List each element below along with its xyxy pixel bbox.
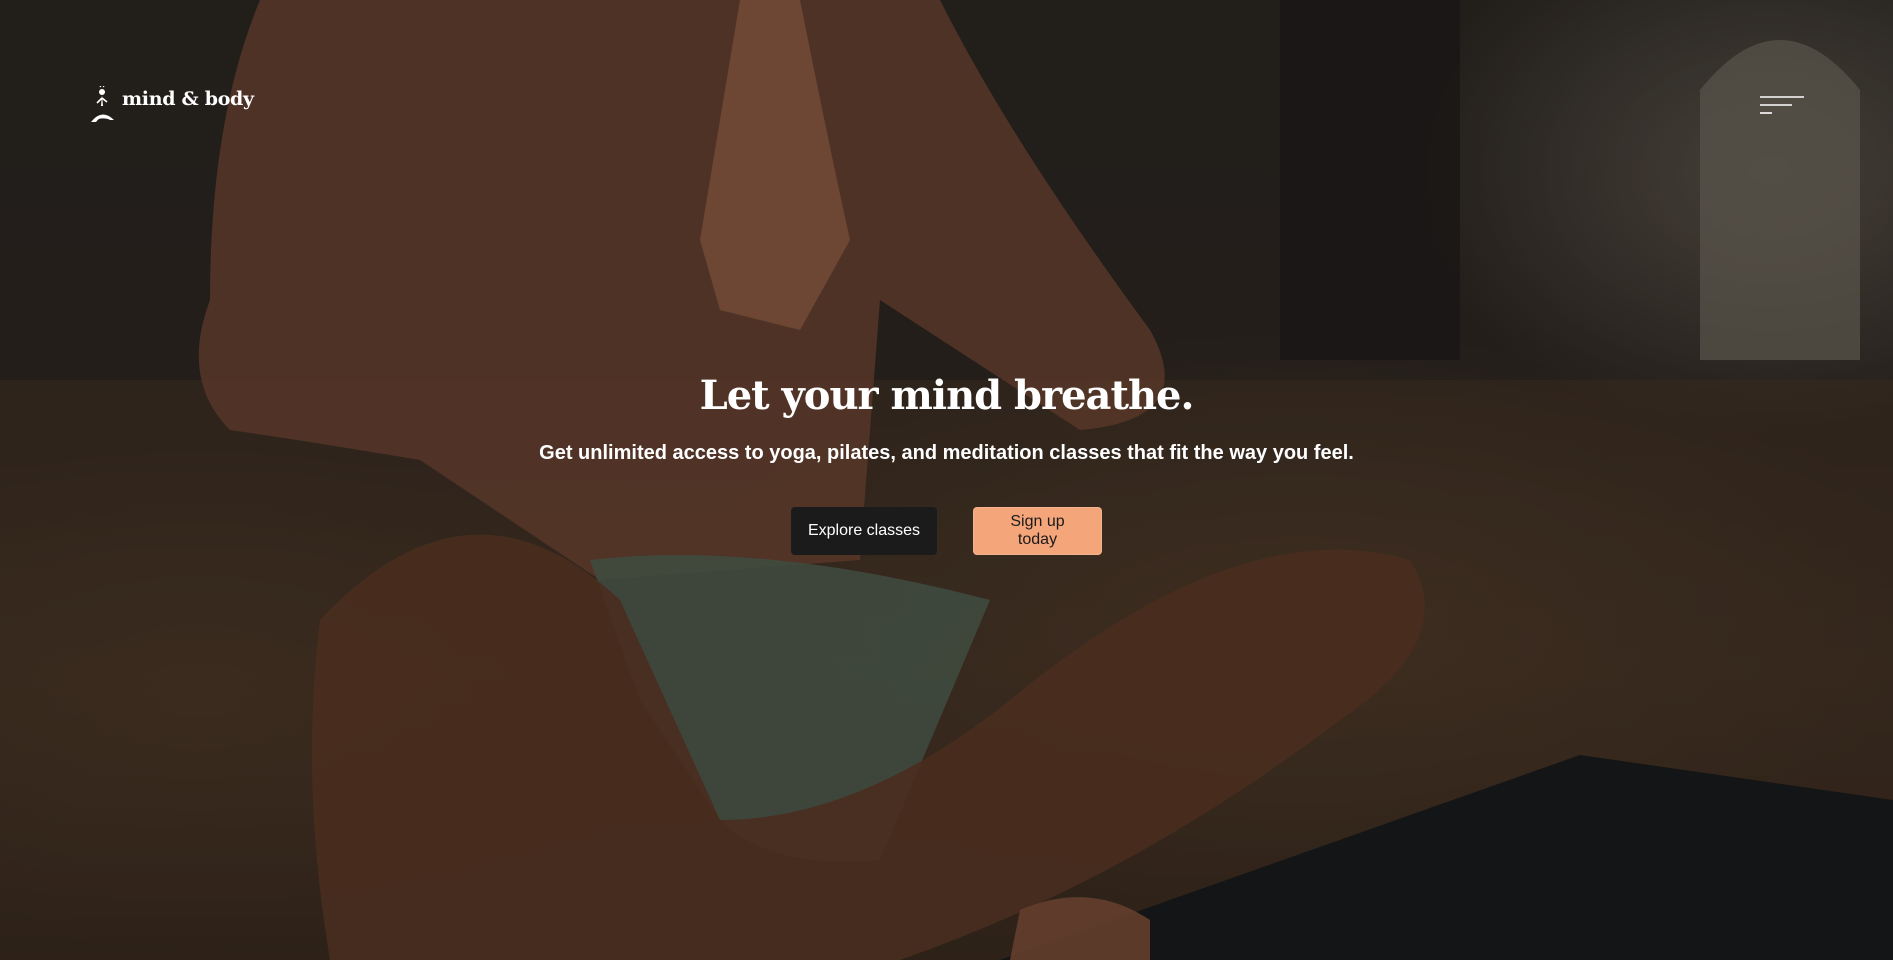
hero-actions: Explore classes Sign up today [0, 507, 1893, 555]
hero-content: Let your mind breathe. Get unlimited acc… [0, 372, 1893, 555]
explore-classes-button[interactable]: Explore classes [791, 507, 937, 555]
hero-headline: Let your mind breathe. [699, 372, 1195, 419]
hero-subheadline: Get unlimited access to yoga, pilates, a… [539, 442, 1354, 464]
menu-button[interactable] [1752, 88, 1806, 124]
hero-section: mind & body Let your mind breathe. Get u… [0, 0, 1893, 960]
meditating-figure-icon [91, 86, 114, 122]
hamburger-menu-icon [1760, 96, 1804, 114]
sign-up-button[interactable]: Sign up today [973, 507, 1102, 555]
logo-text: mind & body [122, 88, 254, 110]
brand-logo[interactable]: mind & body [88, 86, 254, 124]
